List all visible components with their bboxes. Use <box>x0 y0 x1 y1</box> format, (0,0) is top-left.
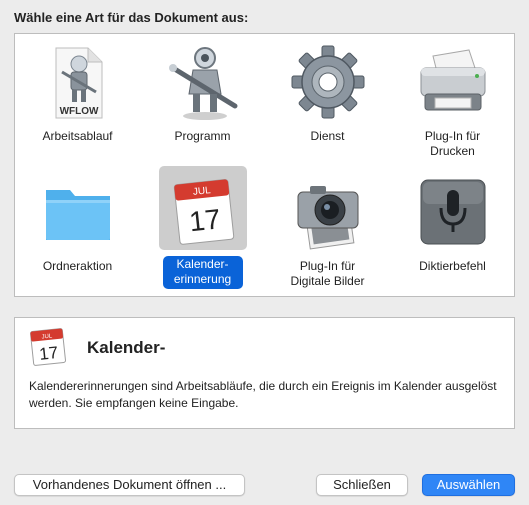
document-type-grid: WFLOW Arbeitsablauf Programm Dienst Plug… <box>14 33 515 297</box>
tile-dienst[interactable]: Dienst <box>265 34 390 164</box>
calendar-day: 17 <box>38 343 59 364</box>
calendar-icon: JUL 17 <box>30 328 66 366</box>
folder-icon <box>45 190 110 240</box>
workflow-file-icon: WFLOW <box>55 47 102 119</box>
tile-label: Kalender- erinnerung <box>162 256 243 289</box>
tile-programm[interactable]: Programm <box>140 34 265 164</box>
calendar-day: 17 <box>187 203 221 237</box>
tile-ordneraktion[interactable]: Ordneraktion <box>15 164 140 294</box>
tile-label: Arbeitsablauf <box>42 129 113 143</box>
automator-robot-icon <box>168 47 237 120</box>
gear-icon <box>291 45 364 119</box>
choose-button[interactable]: Auswählen <box>422 474 515 496</box>
tile-label: Plug-In für Drucken <box>424 129 481 158</box>
calendar-icon: JUL 17 <box>173 179 234 245</box>
close-button[interactable]: Schließen <box>316 474 408 496</box>
tile-plugin-digitale-bilder[interactable]: Plug-In für Digitale Bilder <box>265 164 390 294</box>
microphone-icon <box>420 179 485 245</box>
description-title: Kalender- <box>87 338 166 357</box>
dialog-title: Wähle eine Art für das Dokument aus: <box>14 10 249 25</box>
tile-label: Plug-In für Digitale Bilder <box>290 259 365 288</box>
calendar-month: JUL <box>192 185 211 198</box>
description-panel: JUL 17 Kalender- Kalendererinnerungen si… <box>14 317 515 429</box>
calendar-month: JUL <box>41 333 53 340</box>
printer-icon <box>420 49 485 111</box>
tile-label: Diktierbefehl <box>419 259 486 273</box>
tile-diktierbefehl[interactable]: Diktierbefehl <box>390 164 515 294</box>
tile-arbeitsablauf[interactable]: WFLOW Arbeitsablauf <box>15 34 140 164</box>
description-text: Kalendererinnerungen sind Arbeitsabläufe… <box>29 379 497 410</box>
tile-kalendererinnerung[interactable]: JUL 17 Kalender- erinnerung <box>140 164 265 294</box>
camera-icon <box>297 186 358 250</box>
tile-label: Dienst <box>310 129 345 143</box>
wflow-text: WFLOW <box>59 106 98 117</box>
open-existing-document-button[interactable]: Vorhandenes Dokument öffnen ... <box>14 474 245 496</box>
tile-plugin-drucken[interactable]: Plug-In für Drucken <box>390 34 515 164</box>
tile-label: Ordneraktion <box>42 259 113 273</box>
tile-label: Programm <box>174 129 231 143</box>
